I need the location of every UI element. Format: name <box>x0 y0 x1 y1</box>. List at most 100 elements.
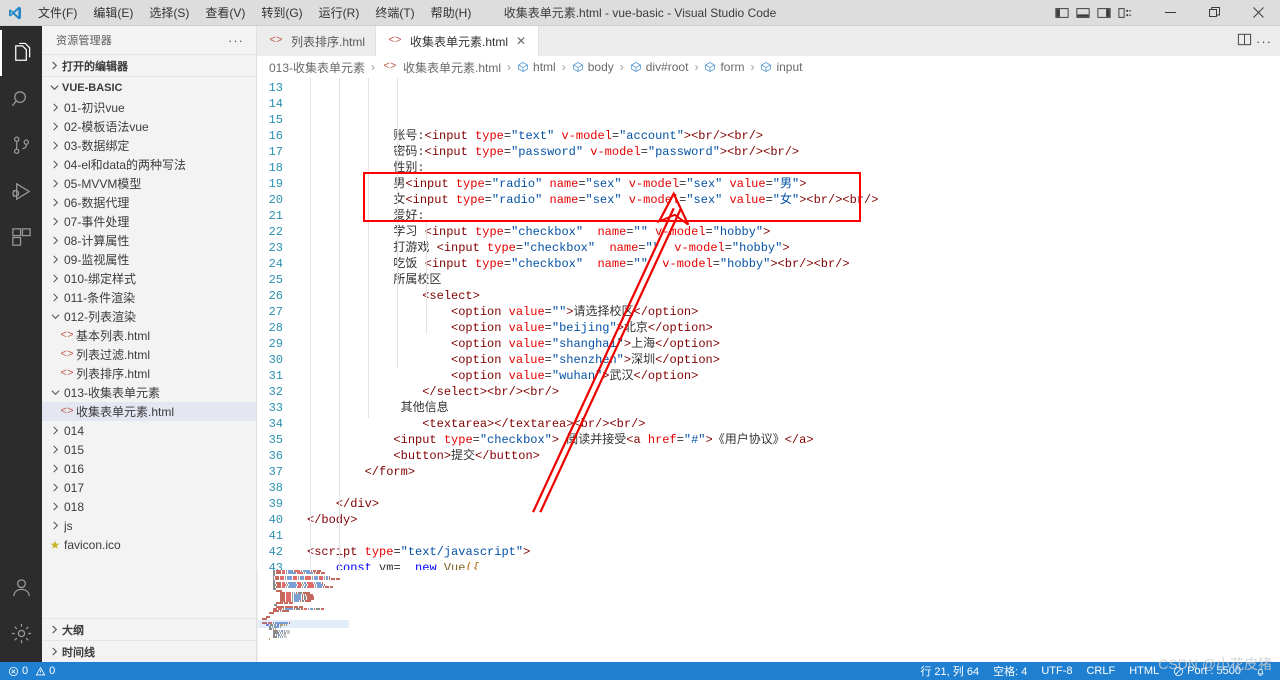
fold-gutter[interactable] <box>293 78 307 570</box>
sidebar-item-extensions[interactable] <box>0 214 42 260</box>
sidebar-item-explorer[interactable] <box>0 30 42 76</box>
menu-help[interactable]: 帮助(H) <box>423 2 480 24</box>
code-line[interactable]: </div> <box>307 496 1280 512</box>
tree-folder[interactable]: 010-绑定样式 <box>42 269 256 288</box>
code-line[interactable]: 性别: <box>307 160 1280 176</box>
code-line[interactable]: </form> <box>307 464 1280 480</box>
tree-folder[interactable]: 017 <box>42 478 256 497</box>
code-line[interactable]: <input type="checkbox"> 阅读并接受<a href="#"… <box>307 432 1280 448</box>
code-line[interactable]: <textarea></textarea><br/><br/> <box>307 416 1280 432</box>
breadcrumb-item[interactable]: div#root <box>630 60 688 74</box>
tree-folder[interactable]: js <box>42 516 256 535</box>
code-line[interactable]: const vm= new Vue({ <box>307 560 1280 570</box>
status-problems[interactable]: 0 0 <box>8 665 55 677</box>
code-line[interactable]: <option value="wuhan">武汉</option> <box>307 368 1280 384</box>
menu-bar[interactable]: 文件(F) 编辑(E) 选择(S) 查看(V) 转到(G) 运行(R) 终端(T… <box>30 0 479 26</box>
menu-go[interactable]: 转到(G) <box>253 2 310 24</box>
breadcrumb-item[interactable]: input <box>760 60 802 74</box>
breadcrumb-item[interactable]: body <box>572 60 614 74</box>
menu-run[interactable]: 运行(R) <box>311 2 368 24</box>
tree-folder[interactable]: 07-事件处理 <box>42 212 256 231</box>
breadcrumb-item[interactable]: html <box>517 60 556 74</box>
menu-terminal[interactable]: 终端(T) <box>367 2 422 24</box>
section-outline[interactable]: 大纲 <box>42 618 256 640</box>
status-encoding[interactable]: UTF-8 <box>1041 665 1072 677</box>
code-line[interactable]: 学习 <input type="checkbox" name="" v-mode… <box>307 224 1280 240</box>
menu-view[interactable]: 查看(V) <box>197 2 253 24</box>
tab-shou-ji-biao-dan-yuan-su[interactable]: <> 收集表单元素.html ✕ <box>376 26 540 56</box>
code-line[interactable]: 所属校区 <box>307 272 1280 288</box>
section-project-root[interactable]: VUE-BASIC <box>42 76 256 98</box>
tree-folder[interactable]: 011-条件渲染 <box>42 288 256 307</box>
minimize-button[interactable] <box>1148 0 1192 26</box>
tree-file[interactable]: <> 列表过滤.html <box>42 345 256 364</box>
tree-folder[interactable]: 02-模板语法vue <box>42 117 256 136</box>
code-line[interactable]: 男<input type="radio" name="sex" v-model=… <box>307 176 1280 192</box>
sidebar-item-run-and-debug[interactable] <box>0 168 42 214</box>
tree-file[interactable]: ★ favicon.ico <box>42 535 256 554</box>
toggle-primary-sidebar-icon[interactable] <box>1053 4 1071 22</box>
tree-file[interactable]: <> 基本列表.html <box>42 326 256 345</box>
minimap-slider[interactable] <box>258 620 349 628</box>
toggle-panel-icon[interactable] <box>1074 4 1092 22</box>
tree-folder[interactable]: 014 <box>42 421 256 440</box>
tree-folder[interactable]: 01-初识vue <box>42 98 256 117</box>
tree-folder[interactable]: 012-列表渲染 <box>42 307 256 326</box>
tree-file[interactable]: <> 收集表单元素.html <box>42 402 256 421</box>
tab-close-icon[interactable]: ✕ <box>514 34 528 48</box>
code-line[interactable]: </body> <box>307 512 1280 528</box>
code-line[interactable] <box>307 528 1280 544</box>
code-line[interactable]: <button>提交</button> <box>307 448 1280 464</box>
toggle-secondary-sidebar-icon[interactable] <box>1095 4 1113 22</box>
code-line[interactable]: <option value="shenzhen">深圳</option> <box>307 352 1280 368</box>
status-indentation[interactable]: 空格: 4 <box>993 663 1027 679</box>
split-editor-icon[interactable] <box>1237 32 1252 50</box>
tree-folder[interactable]: 015 <box>42 440 256 459</box>
breadcrumb-item[interactable]: form <box>704 60 744 74</box>
sidebar-item-source-control[interactable] <box>0 122 42 168</box>
code-line[interactable] <box>307 480 1280 496</box>
status-eol[interactable]: CRLF <box>1086 665 1115 677</box>
code-line[interactable]: 账号:<input type="text" v-model="account">… <box>307 128 1280 144</box>
gear-icon[interactable] <box>0 610 42 656</box>
code-line[interactable]: 密码:<input type="password" v-model="passw… <box>307 144 1280 160</box>
status-live-server-port[interactable]: Port : 5500 <box>1173 665 1241 677</box>
section-open-editors[interactable]: 打开的编辑器 <box>42 54 256 76</box>
status-cursor-position[interactable]: 行 21, 列 64 <box>920 663 979 679</box>
close-button[interactable] <box>1236 0 1280 26</box>
code-line[interactable]: <option value="">请选择校区</option> <box>307 304 1280 320</box>
code-line[interactable]: 打游戏 <input type="checkbox" name="" v-mod… <box>307 240 1280 256</box>
code-line[interactable]: <script type="text/javascript"> <box>307 544 1280 560</box>
tree-folder[interactable]: 013-收集表单元素 <box>42 383 256 402</box>
menu-selection[interactable]: 选择(S) <box>141 2 197 24</box>
tree-folder[interactable]: 09-监视属性 <box>42 250 256 269</box>
sidebar-item-search[interactable] <box>0 76 42 122</box>
menu-edit[interactable]: 编辑(E) <box>85 2 141 24</box>
code-line[interactable]: 吃饭 <input type="checkbox" name="" v-mode… <box>307 256 1280 272</box>
tab-lie-biao-pai-xu[interactable]: <> 列表排序.html <box>257 26 377 56</box>
restore-button[interactable] <box>1192 0 1236 26</box>
tree-folder[interactable]: 05-MVVM模型 <box>42 174 256 193</box>
code-line[interactable]: 爱好: <box>307 208 1280 224</box>
tree-folder[interactable]: 06-数据代理 <box>42 193 256 212</box>
code-line[interactable]: <option value="shanghai">上海</option> <box>307 336 1280 352</box>
account-icon[interactable] <box>0 564 42 610</box>
minimap[interactable] <box>257 570 349 662</box>
editor-actions-more-icon[interactable]: ··· <box>1256 34 1272 49</box>
breadcrumb-item[interactable]: <> 收集表单元素.html <box>381 59 501 76</box>
tree-folder[interactable]: 03-数据绑定 <box>42 136 256 155</box>
code-line[interactable]: 女<input type="radio" name="sex" v-model=… <box>307 192 1280 208</box>
code-line[interactable]: </select><br/><br/> <box>307 384 1280 400</box>
tree-folder[interactable]: 08-计算属性 <box>42 231 256 250</box>
tree-folder[interactable]: 016 <box>42 459 256 478</box>
code-content[interactable]: 账号:<input type="text" v-model="account">… <box>307 78 1280 570</box>
code-line[interactable]: 其他信息 <box>307 400 1280 416</box>
code-editor[interactable]: 13 14 15 16 17 18 19 20 21 22 23 24 25 26 27 28 29 30 31 32… <box>257 78 1280 570</box>
status-language-mode[interactable]: HTML <box>1129 665 1159 677</box>
file-tree[interactable]: 01-初识vue 02-模板语法vue 03-数据绑定 04-el和data的两种写法… <box>42 98 256 618</box>
section-timeline[interactable]: 时间线 <box>42 640 256 662</box>
breadcrumb-item[interactable]: 013-收集表单元素 <box>269 59 365 76</box>
notifications-bell-icon[interactable] <box>1255 666 1266 677</box>
explorer-more-actions[interactable]: ··· <box>228 33 250 48</box>
breadcrumb[interactable]: 013-收集表单元素 › <> 收集表单元素.html › html › body › div#r… <box>257 56 1280 78</box>
